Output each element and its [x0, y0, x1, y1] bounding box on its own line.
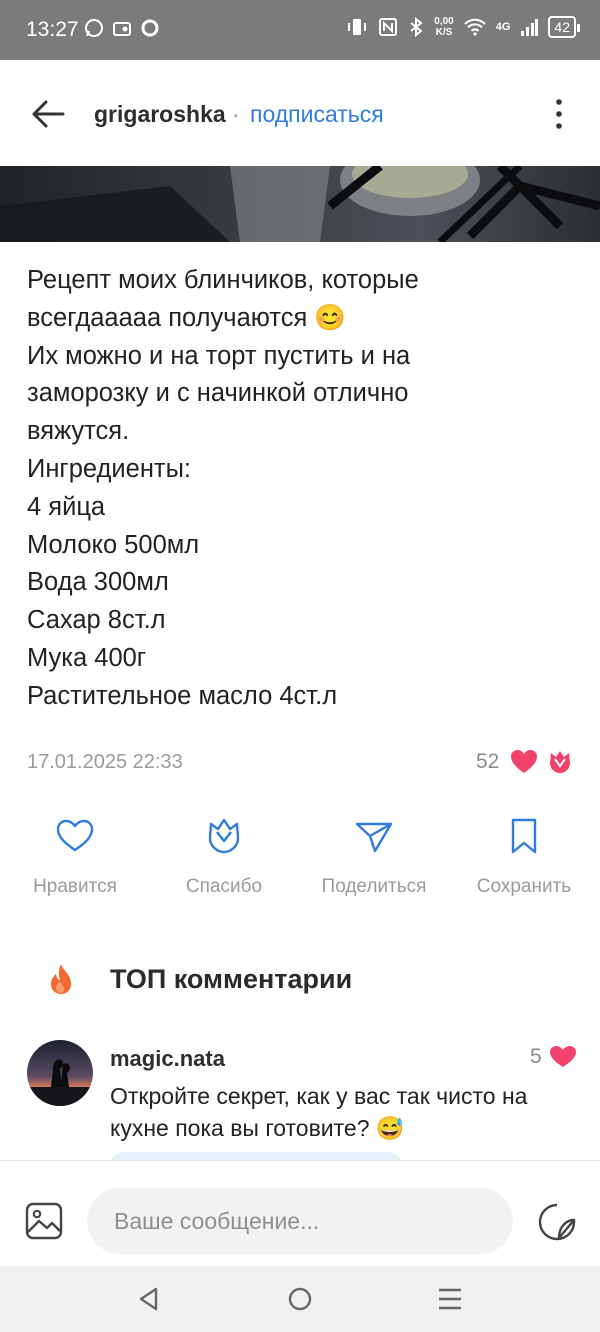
nav-back-icon[interactable] [136, 1286, 162, 1312]
nav-home-icon[interactable] [287, 1286, 313, 1312]
post-header: grigaroshka · подписаться [0, 60, 600, 166]
thanks-action[interactable]: Спасибо [154, 816, 294, 898]
wifi-icon [464, 18, 486, 36]
post-actions: Нравится Спасибо Поделиться Сохранить [0, 816, 600, 906]
share-icon [355, 822, 393, 853]
flower-icon [208, 818, 240, 854]
message-input[interactable] [87, 1188, 513, 1254]
sticker-icon[interactable] [537, 1202, 577, 1242]
gallery-icon[interactable] [25, 1202, 63, 1240]
nfc-icon [379, 18, 398, 36]
fire-icon [51, 964, 71, 994]
save-action[interactable]: Сохранить [454, 816, 594, 898]
post-like-count[interactable]: 52 [476, 750, 499, 774]
heart-icon [56, 819, 94, 852]
radio-icon [113, 22, 131, 36]
heart-icon[interactable] [549, 1045, 577, 1069]
net-speed-unit: K/S [435, 27, 453, 38]
top-comments-header: ТОП комментарии [0, 958, 600, 1002]
net-speed-value: 0,00 [434, 16, 454, 27]
post-date: 17.01.2025 22:33 [27, 751, 183, 773]
like-action[interactable]: Нравится [5, 816, 145, 898]
author-username[interactable]: grigaroshka [94, 101, 226, 128]
share-action[interactable]: Поделиться [304, 816, 444, 898]
whatsapp-icon [85, 19, 103, 37]
nav-menu-icon[interactable] [437, 1286, 463, 1312]
share-action-label: Поделиться [321, 876, 427, 897]
comment-item: magic.nata 5 Откройте секрет, как у вас … [0, 1040, 600, 1166]
bookmark-icon [511, 818, 537, 854]
flower-icon[interactable] [546, 749, 574, 775]
bluetooth-icon [410, 17, 423, 37]
network-type: 4G [495, 21, 511, 33]
top-comments-title: ТОП комментарии [110, 964, 353, 994]
message-composer [0, 1160, 600, 1266]
back-arrow-icon[interactable] [28, 96, 66, 132]
heart-icon[interactable] [510, 749, 538, 775]
save-action-label: Сохранить [476, 876, 572, 897]
status-left-icons [84, 18, 160, 38]
signal-icon [521, 19, 539, 36]
subscribe-button[interactable]: подписаться [250, 101, 384, 128]
vibrate-icon [348, 19, 367, 35]
avatar-image [27, 1040, 93, 1106]
stove-photo-image [0, 166, 600, 242]
net-speed: 0,00 K/S [434, 16, 453, 38]
status-bar: 13:27 0,00 K/S 4G 42 [0, 0, 600, 60]
comment-author[interactable]: magic.nata [110, 1046, 225, 1072]
comment-text: Откройте секрет, как у вас так чисто на … [110, 1083, 528, 1141]
circle-icon [141, 19, 159, 37]
like-action-label: Нравится [33, 876, 117, 897]
battery-indicator: 42 [548, 16, 580, 38]
avatar[interactable] [27, 1040, 93, 1106]
status-time: 13:27 [26, 18, 79, 41]
post-text: Рецепт моих блинчиков, которые всегдаааа… [27, 266, 419, 710]
thanks-action-label: Спасибо [185, 876, 263, 897]
comment-like-count[interactable]: 5 [530, 1045, 542, 1069]
more-options-icon[interactable] [548, 96, 570, 132]
status-right-icons: 0,00 K/S 4G 42 [346, 16, 580, 38]
header-separator: · [232, 101, 240, 127]
system-nav-bar [0, 1266, 600, 1332]
post-photo[interactable] [0, 166, 600, 242]
